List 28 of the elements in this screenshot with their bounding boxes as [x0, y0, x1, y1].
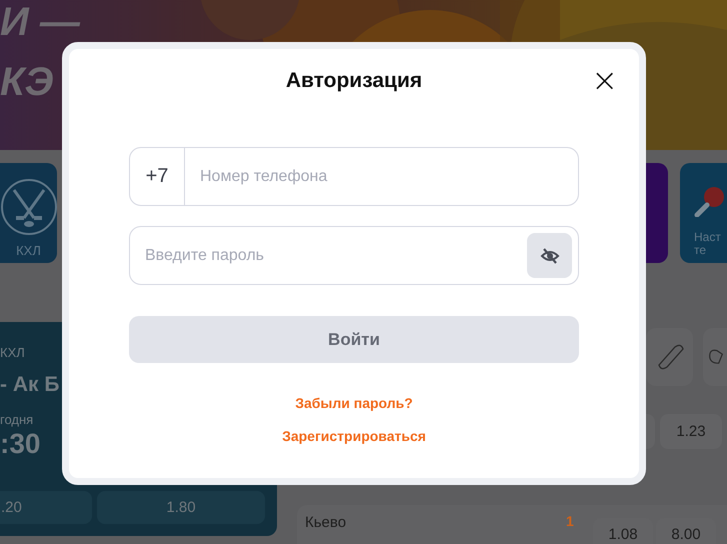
phone-field[interactable]: Номер телефона	[185, 147, 579, 206]
match-date: годня	[0, 412, 34, 427]
odds-button[interactable]: .20	[0, 491, 92, 524]
dialog-title: Авторизация	[286, 69, 422, 94]
league-label: КХЛ	[0, 345, 25, 360]
match-teams: - Ак Б	[0, 373, 60, 397]
sport-filter-button[interactable]	[646, 328, 693, 386]
odds-button[interactable]: 1.23	[660, 414, 722, 449]
tile-label: те	[694, 244, 706, 257]
odds-button[interactable]: 1.80	[97, 491, 265, 524]
sport-tile[interactable]: Наст те	[680, 163, 727, 263]
tile-label: Наст	[694, 231, 721, 244]
link[interactable]: Забыли пароль?	[295, 395, 413, 411]
paddle-icon	[694, 187, 724, 217]
team-name: Кьево	[305, 514, 346, 531]
link[interactable]: Зарегистрироваться	[282, 428, 426, 444]
tile-label: КХЛ	[16, 244, 41, 257]
eye-slash-icon	[540, 246, 560, 266]
hockey-sticks-icon	[0, 178, 58, 236]
match-time: :30	[0, 428, 40, 460]
banner-text: КЭ	[0, 62, 54, 102]
sport-filter-button[interactable]	[703, 328, 727, 386]
sport-tile[interactable]: КХЛ	[0, 163, 57, 263]
close-button[interactable]: ×	[591, 69, 618, 91]
password-field[interactable]: Введите пароль	[129, 226, 579, 285]
visibility-toggle[interactable]	[527, 233, 572, 278]
banner-text: И —	[0, 2, 80, 42]
team-score: 1	[566, 513, 574, 529]
